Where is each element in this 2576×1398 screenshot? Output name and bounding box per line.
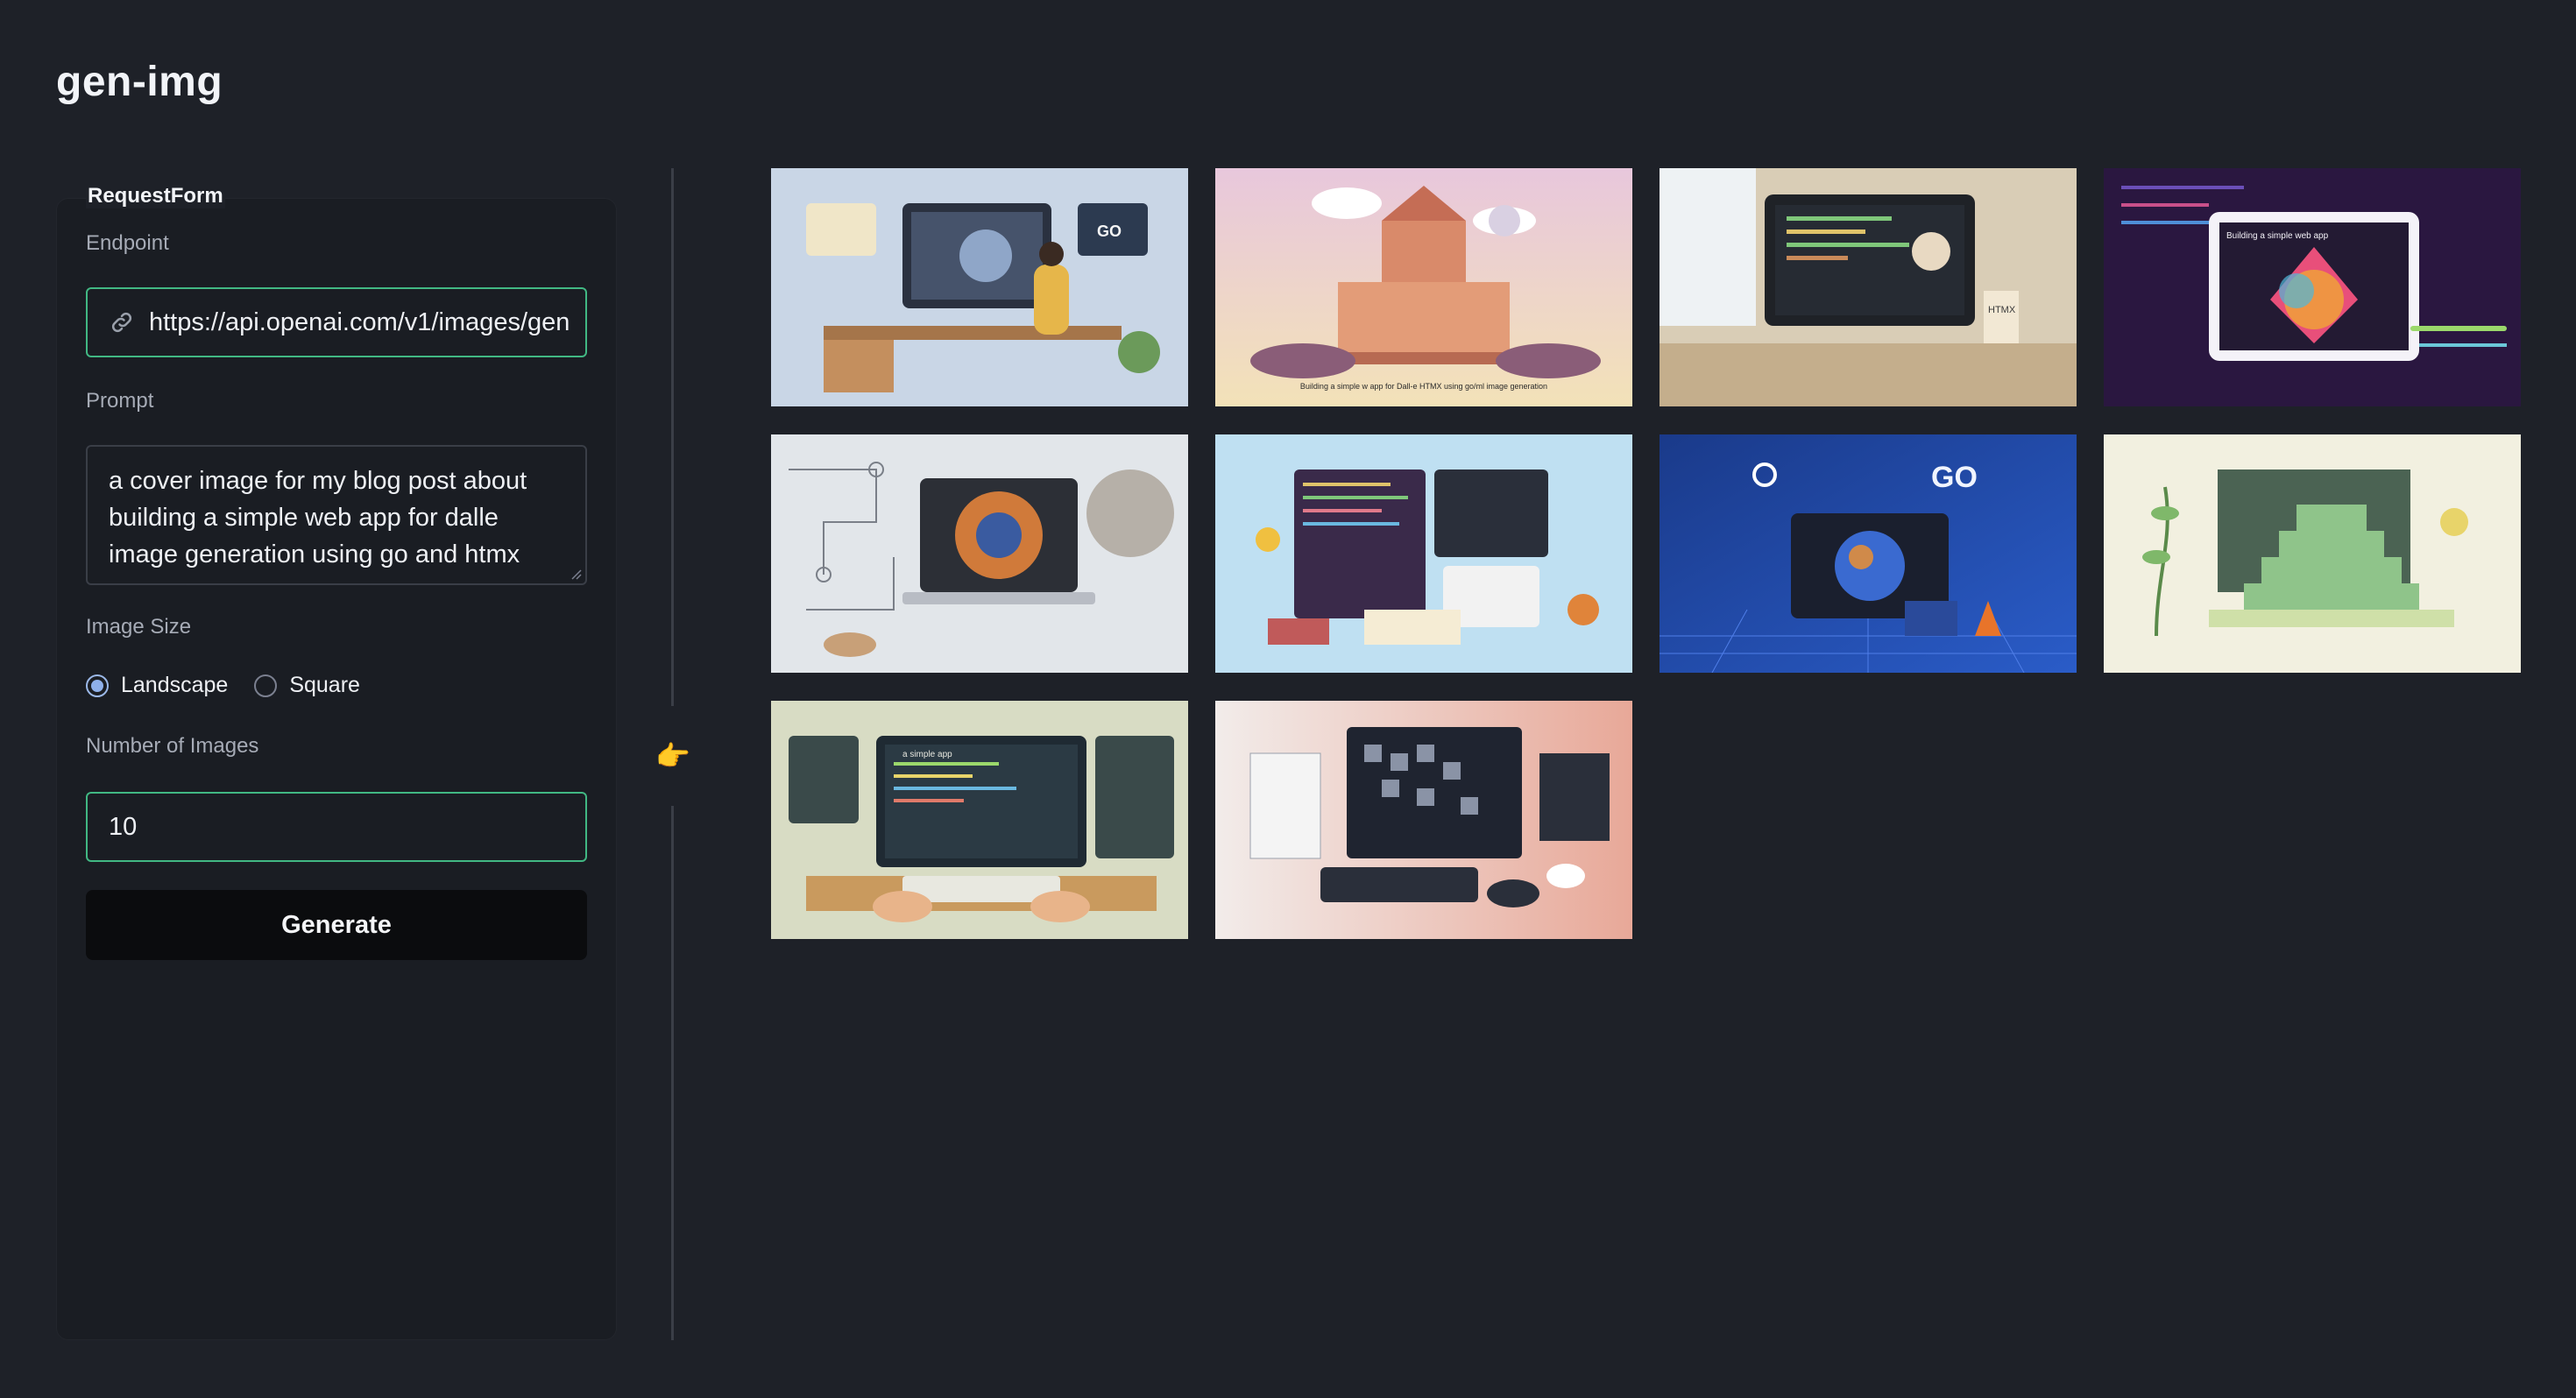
request-form-legend: RequestForm [86, 184, 225, 208]
number-of-images-label: Number of Images [86, 734, 259, 758]
request-form-panel [56, 198, 617, 1340]
generated-image-9-art: a simple app [771, 701, 1188, 939]
generated-image-5-art [771, 434, 1188, 673]
image-9-caption: a simple app [902, 750, 952, 759]
generated-image-8[interactable] [2104, 434, 2521, 673]
prompt-value: a cover image for my blog post about bui… [109, 467, 527, 568]
endpoint-input[interactable]: https://api.openai.com/v1/images/gen [86, 287, 587, 357]
generated-image-5[interactable] [771, 434, 1188, 673]
generated-image-10[interactable] [1215, 701, 1632, 939]
generated-image-8-art [2104, 434, 2521, 673]
image-3-caption: HTMX [1988, 305, 2016, 315]
landscape-radio[interactable] [86, 674, 109, 697]
generated-image-6[interactable] [1215, 434, 1632, 673]
endpoint-label: Endpoint [86, 231, 169, 255]
panel-divider-bottom[interactable] [671, 806, 674, 1340]
square-label[interactable]: Square [289, 673, 360, 698]
generated-image-4[interactable]: Building a simple web app [2104, 168, 2521, 406]
prompt-textarea[interactable]: a cover image for my blog post about bui… [86, 445, 587, 585]
generated-image-1-art: GO [771, 168, 1188, 406]
square-radio[interactable] [254, 674, 278, 697]
app-title: gen-img [56, 59, 223, 105]
generated-image-9[interactable]: a simple app [771, 701, 1188, 939]
image-7-caption: GO [1931, 461, 1978, 494]
image-1-caption: GO [1097, 222, 1122, 240]
generated-image-3-art: HTMX [1660, 168, 2077, 406]
number-of-images-input[interactable]: 10 [86, 792, 587, 862]
pointing-hand-icon[interactable]: 👉 [655, 740, 690, 772]
landscape-label[interactable]: Landscape [121, 673, 228, 698]
link-icon [111, 312, 132, 333]
number-of-images-value: 10 [109, 812, 138, 841]
prompt-label: Prompt [86, 389, 154, 413]
generated-image-4-art: Building a simple web app [2104, 168, 2521, 406]
endpoint-value: https://api.openai.com/v1/images/gen [149, 307, 570, 336]
generate-button[interactable]: Generate [86, 890, 587, 960]
generated-image-1[interactable]: GO [771, 168, 1188, 406]
generated-image-7-art: GO [1660, 434, 2077, 673]
image-size-options: Landscape Square [86, 673, 360, 698]
panel-divider-top[interactable] [671, 168, 674, 706]
generated-image-10-art [1215, 701, 1632, 939]
generated-image-7[interactable]: GO [1660, 434, 2077, 673]
generated-image-2-art: Building a simple w app for Dall-e HTMX … [1215, 168, 1632, 406]
generated-image-2[interactable]: Building a simple w app for Dall-e HTMX … [1215, 168, 1632, 406]
resize-grip-icon[interactable] [570, 568, 582, 580]
image-2-caption: Building a simple w app for Dall-e HTMX … [1300, 382, 1547, 391]
generated-image-3[interactable]: HTMX [1660, 168, 2077, 406]
image-4-caption: Building a simple web app [2226, 231, 2329, 241]
image-size-label: Image Size [86, 615, 192, 639]
generated-image-6-art [1215, 434, 1632, 673]
